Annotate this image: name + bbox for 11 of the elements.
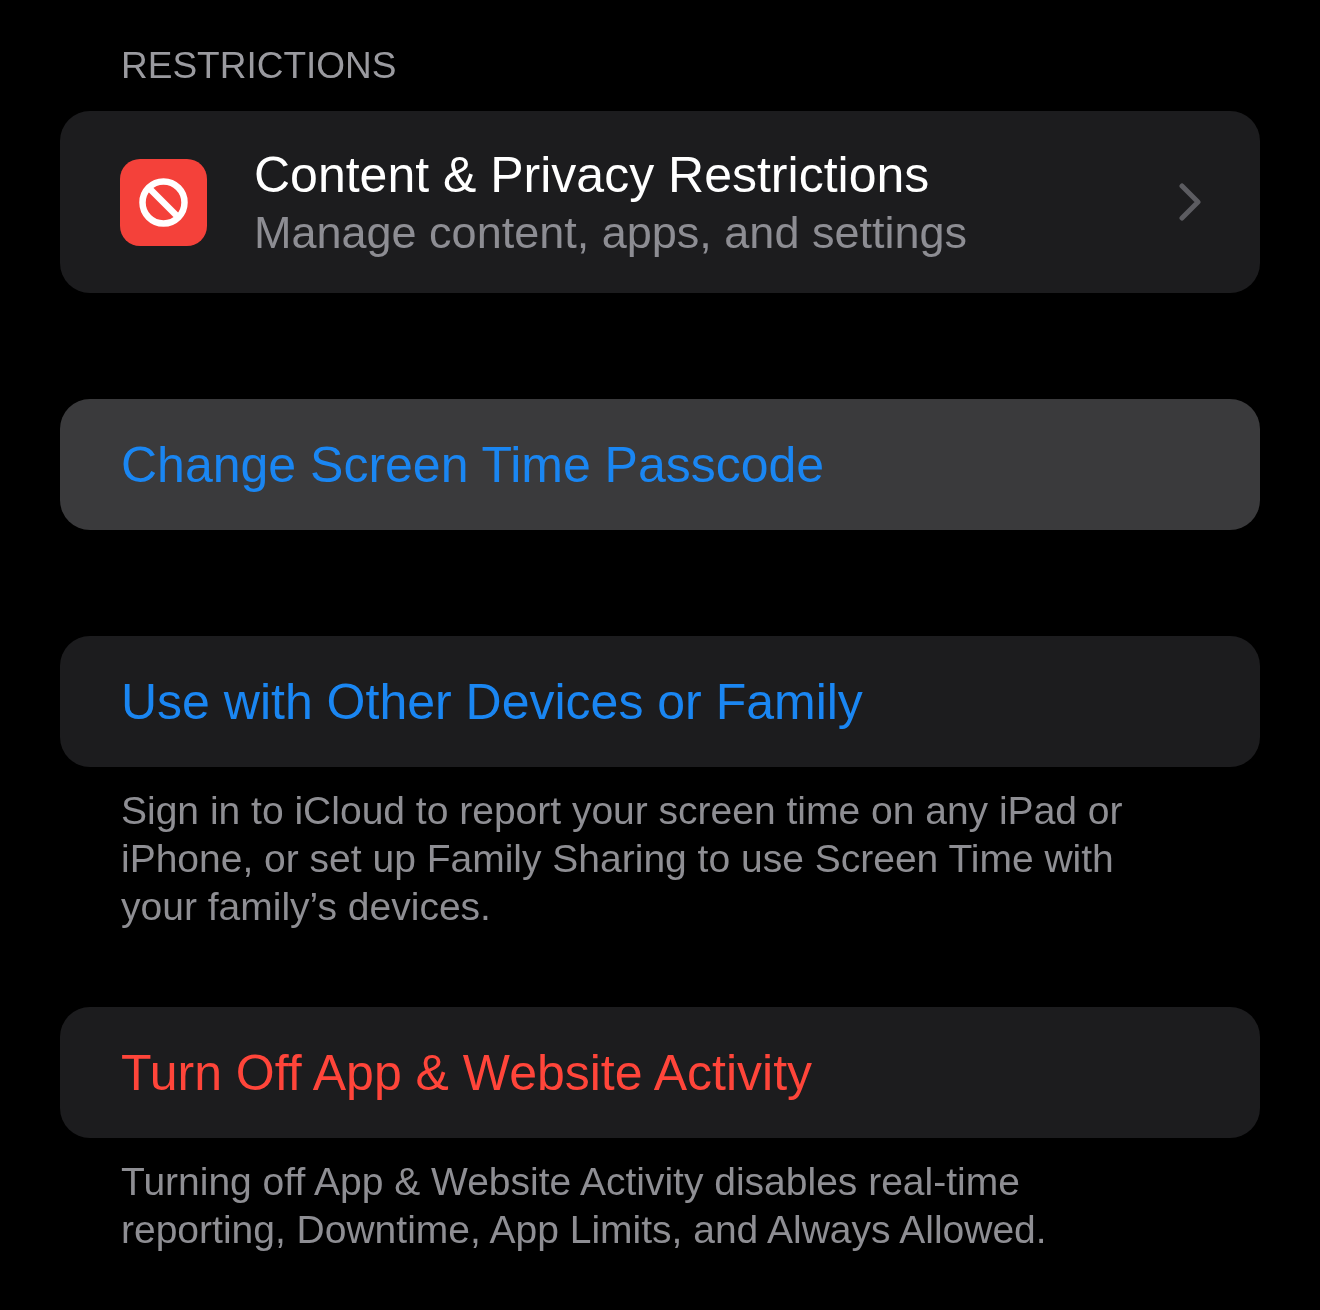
row-subtitle: Manage content, apps, and settings <box>254 206 967 260</box>
chevron-right-icon <box>1179 183 1201 221</box>
footer-text: Turning off App & Website Activity disables real-time reporting, Downtime, App Limits, and Always Allowed. <box>121 1159 1048 1253</box>
section-header: RESTRICTIONS <box>121 44 397 88</box>
row-title: Content & Privacy Restrictions <box>254 146 930 205</box>
settings-row[interactable]: Content & Privacy Restrictions Manage content, apps, and settings <box>60 111 1260 293</box>
action-button[interactable]: Turn Off App & Website Activity <box>60 1007 1260 1138</box>
action-button[interactable]: Use with Other Devices or Family <box>60 636 1260 767</box>
footer-text: Sign in to iCloud to report your screen time on any iPad or iPhone, or set up Family Sharing to use Screen Time with your family’s devices. <box>121 788 1124 930</box>
action-button[interactable]: Change Screen Time Passcode <box>60 399 1260 530</box>
prohibited-icon <box>120 158 207 246</box>
